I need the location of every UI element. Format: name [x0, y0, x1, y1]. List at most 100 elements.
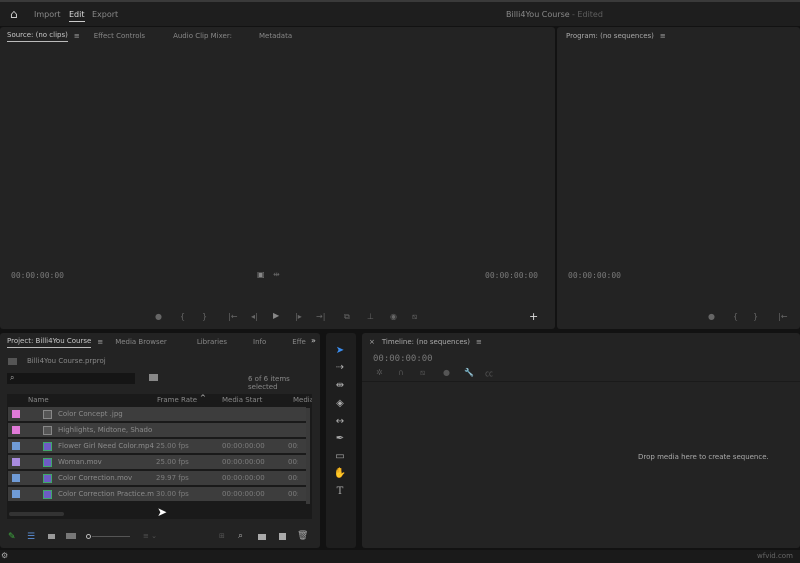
project-item-row[interactable]: Color Concept .jpg [8, 407, 306, 421]
tab-metadata[interactable]: Metadata [259, 32, 292, 40]
home-icon[interactable]: ⌂ [10, 7, 18, 21]
search-input[interactable]: ⌕ [7, 373, 135, 384]
zoom-slider[interactable] [92, 536, 130, 537]
trash-icon[interactable]: 🗑 [297, 531, 308, 541]
add-button-icon[interactable]: + [529, 310, 538, 323]
zoom-slider-handle[interactable] [86, 534, 91, 539]
column-frame-rate[interactable]: Frame Rate [157, 396, 197, 404]
mouse-cursor: ➤ [157, 505, 168, 519]
automate-to-sequence-icon[interactable]: ⊞ [219, 532, 225, 540]
search-icon: ⌕ [10, 373, 15, 382]
project-folder-icon [8, 358, 17, 365]
step-back-icon[interactable]: ◂| [251, 312, 258, 321]
selection-tool-icon[interactable]: ➤ [333, 345, 347, 357]
new-bin-from-search-icon[interactable] [149, 374, 158, 381]
captions-icon[interactable]: ㏄ [485, 368, 493, 379]
new-item-icon[interactable] [279, 533, 286, 540]
timeline-timecode[interactable]: 00:00:00:00 [373, 354, 433, 364]
program-timecode[interactable]: 00:00:00:00 [568, 271, 621, 280]
nest-icon[interactable]: ✲ [376, 368, 383, 377]
play-icon[interactable]: ▶ [273, 311, 279, 320]
item-name: Color Correction.mov [58, 474, 133, 482]
pencil-icon[interactable]: ✎ [8, 532, 16, 542]
source-timecode-left[interactable]: 00:00:00:00 [11, 271, 64, 280]
project-title: Billi4You Course [506, 10, 570, 19]
export-frame-icon[interactable]: ⧅ [412, 312, 417, 322]
freeform-view-icon[interactable] [66, 533, 76, 539]
tab-info[interactable]: Info [253, 338, 266, 346]
item-media-end: 00:0 [288, 490, 298, 498]
go-to-in-icon[interactable]: |← [778, 312, 787, 321]
track-select-tool-icon[interactable]: ⇢ [333, 362, 347, 374]
mark-out-icon[interactable]: } [753, 312, 758, 321]
tab-media-browser[interactable]: Media Browser [115, 338, 167, 346]
more-panels-icon[interactable]: » [311, 336, 316, 345]
close-icon[interactable]: × [369, 338, 375, 346]
insert-icon[interactable]: ⧉ [344, 312, 350, 322]
tab-effects[interactable]: Effe [292, 338, 306, 346]
project-item-row[interactable]: Woman.mov 25.00 fps 00:00:00:00 00:0 [8, 455, 306, 469]
nav-export[interactable]: Export [92, 10, 118, 19]
find-icon[interactable]: ⌕ [238, 531, 243, 541]
label-color-swatch [12, 426, 20, 434]
ripple-edit-tool-icon[interactable]: ⇹ [333, 380, 347, 392]
tab-libraries[interactable]: Libraries [197, 338, 227, 346]
tab-program[interactable]: Program: (no sequences) [566, 32, 654, 40]
video-file-icon [43, 457, 52, 467]
project-item-row[interactable]: Flower Girl Need Color.mp4 25.00 fps 00:00… [8, 439, 306, 453]
project-item-row[interactable]: Highlights, Midtone, Shado [8, 423, 306, 437]
mark-out-icon[interactable]: } [202, 312, 207, 321]
drag-audio-icon[interactable]: ⇹ [273, 270, 280, 279]
settings-icon[interactable]: ▣ [257, 270, 265, 279]
column-media-end[interactable]: Media E [293, 396, 312, 404]
wrench-icon[interactable]: 🔧 [464, 368, 474, 377]
item-media-start: 00:00:00:00 [222, 474, 265, 482]
nav-edit[interactable]: Edit [69, 10, 85, 22]
sort-icon[interactable]: ≡ ⌄ [143, 532, 157, 540]
hamburger-icon[interactable]: ≡ [97, 338, 103, 346]
vertical-scrollbar[interactable] [306, 408, 310, 504]
slip-tool-icon[interactable]: ↔ [333, 416, 347, 428]
linked-selection-icon[interactable]: ⧅ [420, 368, 425, 378]
nav-import[interactable]: Import [34, 10, 61, 19]
add-marker-icon[interactable]: ● [443, 368, 450, 377]
go-to-in-icon[interactable]: |← [228, 312, 237, 321]
project-item-row[interactable]: Color Correction.mov 29.97 fps 00:00:00:00… [8, 471, 306, 485]
status-bar: ⚙ wfvid.com [0, 550, 800, 563]
camera-icon[interactable]: ◉ [390, 312, 397, 321]
horizontal-scrollbar[interactable] [9, 512, 64, 516]
mark-in-icon[interactable]: { [180, 312, 185, 321]
step-forward-icon[interactable]: |▸ [295, 312, 302, 321]
hand-tool-icon[interactable]: ✋ [333, 468, 347, 480]
label-color-swatch [12, 458, 20, 466]
program-panel: Program: (no sequences) ≡ 00:00:00:00 ● … [557, 27, 800, 329]
column-media-start[interactable]: Media Start [222, 396, 262, 404]
tab-source[interactable]: Source: (no clips) [7, 31, 68, 42]
edited-status: - Edited [572, 10, 603, 19]
hamburger-icon[interactable]: ≡ [74, 32, 80, 40]
list-view-icon[interactable]: ☰ [27, 532, 35, 542]
marker-icon[interactable]: ● [155, 312, 162, 321]
snap-icon[interactable]: ∩ [398, 368, 404, 377]
hamburger-icon[interactable]: ≡ [476, 338, 482, 346]
project-item-row[interactable]: Color Correction Practice.m 30.00 fps 00:0… [8, 487, 306, 501]
mark-in-icon[interactable]: { [733, 312, 738, 321]
top-bar: ⌂ Import Edit Export Billi4You Course - … [0, 0, 800, 26]
tab-audio-clip-mixer[interactable]: Audio Clip Mixer: [173, 32, 232, 40]
go-to-out-icon[interactable]: →| [316, 312, 325, 321]
tab-timeline[interactable]: Timeline: (no sequences) [382, 338, 470, 346]
pen-tool-icon[interactable]: ✒ [333, 433, 347, 445]
marker-icon[interactable]: ● [708, 312, 715, 321]
razor-tool-icon[interactable]: ◈ [333, 398, 347, 410]
column-name[interactable]: Name [28, 396, 49, 404]
new-bin-icon[interactable] [258, 534, 266, 540]
tab-project[interactable]: Project: Billi4You Course [7, 337, 92, 348]
icon-view-icon[interactable] [48, 534, 55, 539]
tab-effect-controls[interactable]: Effect Controls [94, 32, 145, 40]
sort-ascending-icon[interactable]: ^ [200, 394, 206, 402]
type-tool-icon[interactable]: T [333, 486, 347, 498]
item-name: Color Concept .jpg [58, 410, 123, 418]
overwrite-icon[interactable]: ⊥ [367, 312, 374, 321]
hamburger-icon[interactable]: ≡ [660, 32, 666, 40]
rectangle-tool-icon[interactable]: ▭ [333, 451, 347, 463]
